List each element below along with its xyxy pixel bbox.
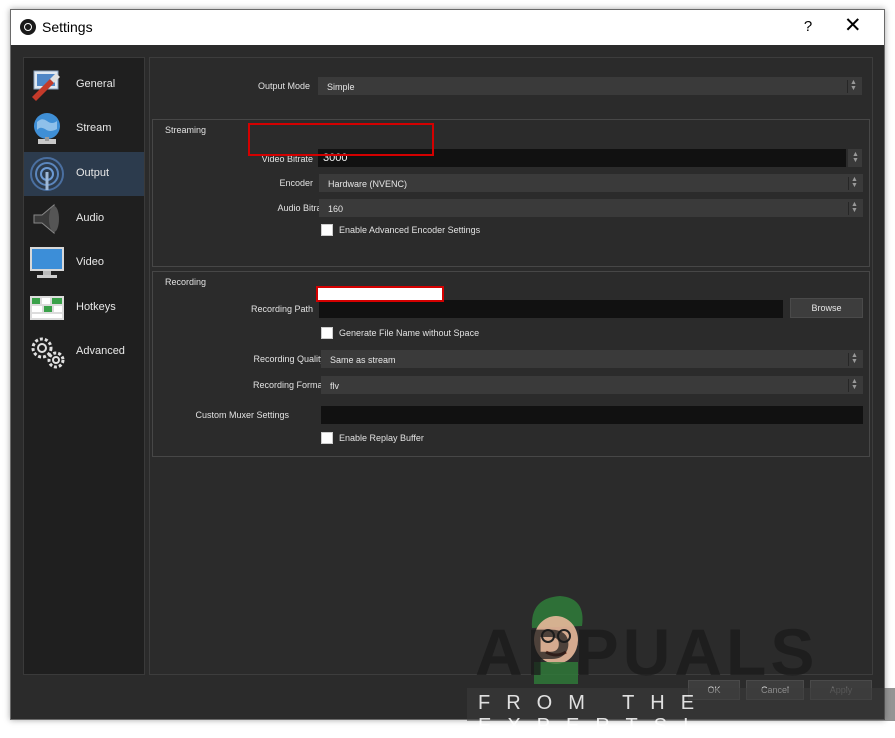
spin-arrows-icon: ▲▼ bbox=[848, 177, 860, 190]
encoder-value: Hardware (NVENC) bbox=[328, 179, 407, 189]
recording-group-title: Recording bbox=[165, 277, 206, 287]
close-button[interactable]: ✕ bbox=[844, 14, 862, 38]
sidebar-item-label: Advanced bbox=[76, 345, 125, 357]
output-mode-label: Output Mode bbox=[210, 81, 310, 91]
recording-quality-select[interactable]: Same as stream ▲▼ bbox=[321, 350, 863, 368]
sidebar-item-general[interactable]: General bbox=[24, 63, 144, 107]
custom-muxer-label: Custom Muxer Settings bbox=[163, 410, 289, 420]
streaming-group-title: Streaming bbox=[165, 125, 206, 135]
sidebar-item-label: Video bbox=[76, 256, 104, 268]
browse-button[interactable]: Browse bbox=[790, 298, 863, 318]
spin-arrows-icon: ▲▼ bbox=[848, 202, 860, 215]
general-icon bbox=[28, 67, 66, 103]
generate-filename-label: Generate File Name without Space bbox=[339, 328, 479, 338]
gears-icon bbox=[28, 334, 66, 370]
speaker-icon bbox=[28, 201, 66, 237]
video-bitrate-highlight bbox=[248, 123, 434, 156]
keyboard-icon bbox=[28, 290, 66, 326]
globe-icon bbox=[28, 111, 66, 147]
custom-muxer-input[interactable] bbox=[321, 406, 863, 424]
recording-group: Recording Recording Path Browse Generate… bbox=[152, 271, 870, 457]
encoder-label: Encoder bbox=[213, 178, 313, 188]
audio-bitrate-label: Audio Bitrate bbox=[213, 203, 329, 213]
settings-sidebar: General Stream Output bbox=[23, 57, 145, 675]
recording-format-label: Recording Format bbox=[193, 380, 325, 390]
recording-path-highlight bbox=[316, 286, 444, 302]
output-mode-value: Simple bbox=[327, 82, 355, 92]
sidebar-item-stream[interactable]: Stream bbox=[24, 107, 144, 151]
monitor-icon bbox=[28, 245, 66, 281]
video-bitrate-spinner[interactable]: ▲▼ bbox=[848, 149, 862, 167]
help-button[interactable]: ? bbox=[801, 18, 815, 35]
recording-quality-label: Recording Quality bbox=[193, 354, 325, 364]
sidebar-item-hotkeys[interactable]: Hotkeys bbox=[24, 286, 144, 330]
encoder-select[interactable]: Hardware (NVENC) ▲▼ bbox=[319, 174, 863, 192]
sidebar-item-label: General bbox=[76, 78, 115, 90]
obs-logo-icon bbox=[20, 19, 36, 35]
generate-filename-checkbox[interactable] bbox=[321, 327, 333, 339]
advanced-encoder-label: Enable Advanced Encoder Settings bbox=[339, 225, 480, 235]
sidebar-item-video[interactable]: Video bbox=[24, 241, 144, 285]
output-mode-select[interactable]: Simple ▲▼ bbox=[318, 77, 862, 95]
sidebar-item-label: Stream bbox=[76, 122, 111, 134]
sidebar-item-label: Hotkeys bbox=[76, 301, 116, 313]
audio-bitrate-select[interactable]: 160 ▲▼ bbox=[319, 199, 863, 217]
spin-arrows-icon: ▲▼ bbox=[848, 379, 860, 392]
watermark-text: APPUALS bbox=[475, 614, 818, 690]
replay-buffer-label: Enable Replay Buffer bbox=[339, 433, 424, 443]
recording-path-label: Recording Path bbox=[213, 304, 313, 314]
sidebar-item-audio[interactable]: Audio bbox=[24, 197, 144, 241]
watermark-subtext: FROM THE EXPERTS! bbox=[478, 692, 895, 738]
broadcast-icon bbox=[28, 156, 66, 192]
recording-path-input[interactable] bbox=[319, 300, 783, 318]
spin-arrows-icon: ▲▼ bbox=[848, 353, 860, 366]
sidebar-item-label: Output bbox=[76, 167, 109, 179]
advanced-encoder-checkbox[interactable] bbox=[321, 224, 333, 236]
recording-quality-value: Same as stream bbox=[330, 355, 396, 365]
window-title: Settings bbox=[42, 19, 93, 35]
audio-bitrate-value: 160 bbox=[328, 204, 343, 214]
sidebar-item-advanced[interactable]: Advanced bbox=[24, 330, 144, 374]
spin-arrows-icon: ▲▼ bbox=[847, 80, 859, 93]
sidebar-item-output[interactable]: Output bbox=[24, 152, 144, 196]
sidebar-item-label: Audio bbox=[76, 212, 104, 224]
recording-format-value: flv bbox=[330, 381, 339, 391]
replay-buffer-checkbox[interactable] bbox=[321, 432, 333, 444]
title-bar: Settings ? ✕ bbox=[11, 10, 884, 45]
recording-format-select[interactable]: flv ▲▼ bbox=[321, 376, 863, 394]
spin-arrows-icon: ▲▼ bbox=[850, 152, 861, 165]
